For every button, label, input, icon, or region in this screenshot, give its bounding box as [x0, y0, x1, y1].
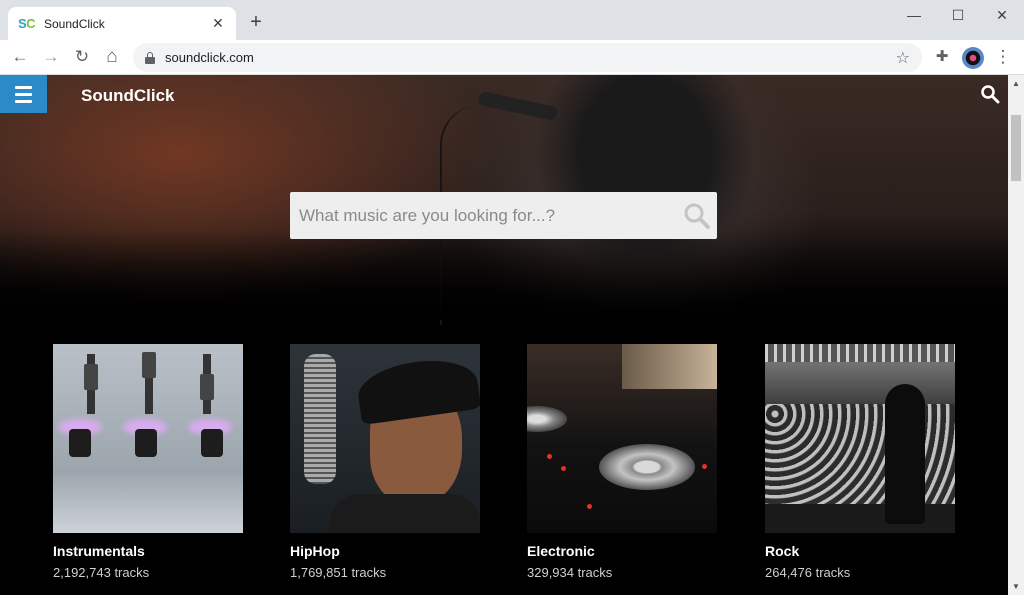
music-search-box	[290, 192, 717, 239]
page-content: SoundClick Instrumentals 2,192,743 track…	[0, 75, 1008, 595]
genre-card-hiphop[interactable]: HipHop 1,769,851 tracks	[290, 344, 480, 580]
header-search-icon[interactable]	[980, 84, 1000, 104]
genre-track-count: 1,769,851 tracks	[290, 565, 387, 580]
genre-name[interactable]: HipHop	[290, 543, 340, 559]
scroll-up-arrow-icon[interactable]: ▲	[1008, 75, 1024, 92]
reload-icon[interactable]: ↻	[70, 45, 94, 69]
window-close-button[interactable]: ✕	[980, 4, 1024, 26]
window-minimize-button[interactable]: —	[892, 4, 936, 26]
music-search-input[interactable]	[290, 192, 670, 239]
home-icon[interactable]: ⌂	[100, 45, 124, 69]
genre-name[interactable]: Electronic	[527, 543, 595, 559]
tab-close-icon[interactable]: ✕	[210, 15, 226, 32]
page-scrollbar[interactable]: ▲ ▼	[1008, 75, 1024, 595]
genre-name[interactable]: Instrumentals	[53, 543, 145, 559]
forward-arrow-icon[interactable]: →	[39, 45, 63, 69]
genre-image-rock[interactable]	[765, 344, 955, 533]
menu-bar-icon	[15, 85, 32, 89]
profile-avatar[interactable]	[962, 47, 984, 69]
genre-card-electronic[interactable]: Electronic 329,934 tracks	[527, 344, 717, 580]
browser-tab-soundclick[interactable]: SC SoundClick ✕	[8, 7, 236, 40]
address-bar[interactable]: soundclick.com ☆	[133, 43, 922, 72]
genre-track-count: 264,476 tracks	[765, 565, 851, 580]
genre-track-count: 2,192,743 tracks	[53, 565, 150, 580]
scroll-down-arrow-icon[interactable]: ▼	[1008, 578, 1024, 595]
menu-bar-icon	[15, 92, 32, 96]
hamburger-menu-button[interactable]	[0, 75, 47, 113]
url-text[interactable]: soundclick.com	[165, 50, 896, 65]
genre-card-instrumentals[interactable]: Instrumentals 2,192,743 tracks	[53, 344, 243, 580]
genre-image-instrumentals[interactable]	[53, 344, 243, 533]
tab-title: SoundClick	[44, 16, 105, 31]
soundclick-favicon-icon: SC	[18, 16, 36, 31]
genre-name[interactable]: Rock	[765, 543, 799, 559]
bookmark-star-icon[interactable]: ☆	[896, 48, 910, 68]
browser-tab-strip: SC SoundClick ✕ + — ☐ ✕	[0, 0, 1024, 40]
extensions-puzzle-icon[interactable]: ✚	[930, 45, 954, 69]
browser-toolbar: ← → ↻ ⌂ soundclick.com ☆ ✚ ⋮	[0, 40, 1024, 75]
scrollbar-thumb[interactable]	[1011, 115, 1021, 181]
lock-icon[interactable]	[145, 51, 155, 64]
browser-menu-icon[interactable]: ⋮	[991, 45, 1015, 69]
genre-track-count: 329,934 tracks	[527, 565, 613, 580]
window-maximize-button[interactable]: ☐	[936, 4, 980, 26]
menu-bar-icon	[15, 99, 32, 103]
genre-card-rock[interactable]: Rock 264,476 tracks	[765, 344, 955, 580]
search-submit-icon[interactable]	[683, 202, 711, 230]
back-arrow-icon[interactable]: ←	[8, 45, 32, 69]
site-logo[interactable]: SoundClick	[81, 86, 175, 106]
genre-image-electronic[interactable]	[527, 344, 717, 533]
new-tab-button[interactable]: +	[246, 12, 266, 32]
genre-image-hiphop[interactable]	[290, 344, 480, 533]
